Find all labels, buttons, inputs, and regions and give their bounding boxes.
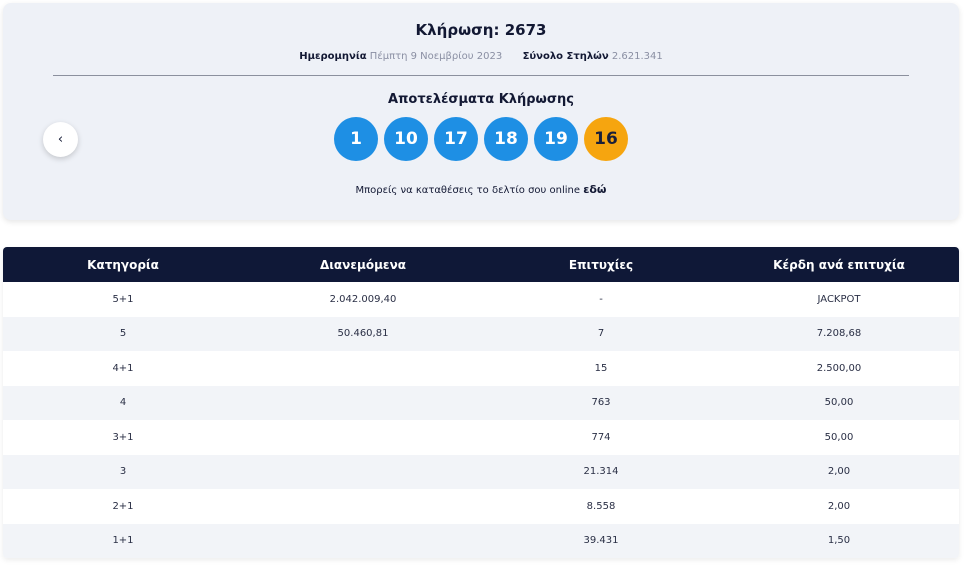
draw-meta: Ημερομηνία Πέμπτη 9 Νοεμβρίου 2023 Σύνολ… — [3, 51, 959, 62]
columns-value: 2.621.341 — [611, 51, 663, 62]
number-ball: 19 — [534, 117, 578, 161]
prize-table: Κατηγορία Διανεμόμενα Επιτυχίες Κέρδη αν… — [3, 247, 959, 558]
draw-title: Κλήρωση: 2673 — [415, 21, 547, 39]
cell-distributed: 50.460,81 — [337, 328, 389, 340]
cell-winners: 763 — [591, 397, 611, 409]
results-title: Αποτελέσματα Κλήρωσης — [388, 92, 574, 107]
divider — [53, 75, 909, 76]
table-header: Κατηγορία Διανεμόμενα Επιτυχίες Κέρδη αν… — [3, 247, 959, 282]
cell-distributed: 2.042.009,40 — [329, 293, 397, 305]
table-row: 3 21.314 2,00 — [3, 454, 959, 489]
cell-prize: 2,00 — [827, 466, 851, 478]
cell-category: 5+1 — [112, 293, 134, 305]
table-row: 5+1 2.042.009,40 - JACKPOT — [3, 282, 959, 317]
cell-winners: 15 — [594, 362, 608, 374]
header-category: Κατηγορία — [87, 257, 159, 272]
cell-category: 3 — [119, 466, 127, 478]
cell-winners: 21.314 — [583, 466, 619, 478]
cell-category: 5 — [119, 328, 127, 340]
cell-prize: 7.208,68 — [816, 328, 862, 340]
cell-category: 2+1 — [112, 500, 134, 512]
online-note-text: Μπορείς να καταθέσεις το δελτίο σου onli… — [355, 185, 581, 196]
table-row: 4+1 15 2.500,00 — [3, 351, 959, 386]
date-value: Πέμπτη 9 Νοεμβρίου 2023 — [369, 51, 503, 62]
cell-winners: 39.431 — [583, 535, 619, 547]
header-distributed: Διανεμόμενα — [319, 257, 407, 272]
table-row: 4 763 50,00 — [3, 385, 959, 420]
cell-prize: 2.500,00 — [816, 362, 862, 374]
number-ball: 10 — [384, 117, 428, 161]
cell-prize: 2,00 — [827, 500, 851, 512]
table-row: 3+1 774 50,00 — [3, 420, 959, 455]
cell-winners: 8.558 — [586, 500, 616, 512]
table-row: 1+1 39.431 1,50 — [3, 523, 959, 558]
number-ball: 18 — [484, 117, 528, 161]
cell-winners: 7 — [597, 328, 605, 340]
cell-category: 4 — [119, 397, 127, 409]
cell-prize: 50,00 — [824, 431, 854, 443]
cell-winners: - — [599, 293, 603, 305]
draw-card: Κλήρωση: 2673 Ημερομηνία Πέμπτη 9 Νοεμβρ… — [3, 3, 959, 220]
header-prize-per-winner: Κέρδη ανά επιτυχία — [773, 257, 905, 272]
table-row: 5 50.460,81 7 7.208,68 — [3, 316, 959, 351]
cell-prize: JACKPOT — [817, 293, 861, 305]
number-ball: 17 — [434, 117, 478, 161]
header-winners: Επιτυχίες — [568, 257, 634, 272]
table-body: 5+1 2.042.009,40 - JACKPOT 5 50.460,81 7… — [3, 282, 959, 558]
cell-winners: 774 — [591, 431, 611, 443]
cell-category: 1+1 — [112, 535, 134, 547]
cell-prize: 1,50 — [827, 535, 851, 547]
winning-numbers: 1 10 17 18 19 16 — [3, 117, 959, 161]
bonus-ball: 16 — [584, 117, 628, 161]
online-note: Μπορείς να καταθέσεις το δελτίο σου onli… — [3, 183, 959, 196]
table-row: 2+1 8.558 2,00 — [3, 489, 959, 524]
date-label: Ημερομηνία — [299, 51, 367, 62]
number-ball: 1 — [334, 117, 378, 161]
cell-category: 4+1 — [112, 362, 134, 374]
cell-prize: 50,00 — [824, 397, 854, 409]
online-link[interactable]: εδώ — [583, 183, 606, 196]
cell-category: 3+1 — [112, 431, 134, 443]
columns-label: Σύνολο Στηλών — [522, 51, 609, 62]
